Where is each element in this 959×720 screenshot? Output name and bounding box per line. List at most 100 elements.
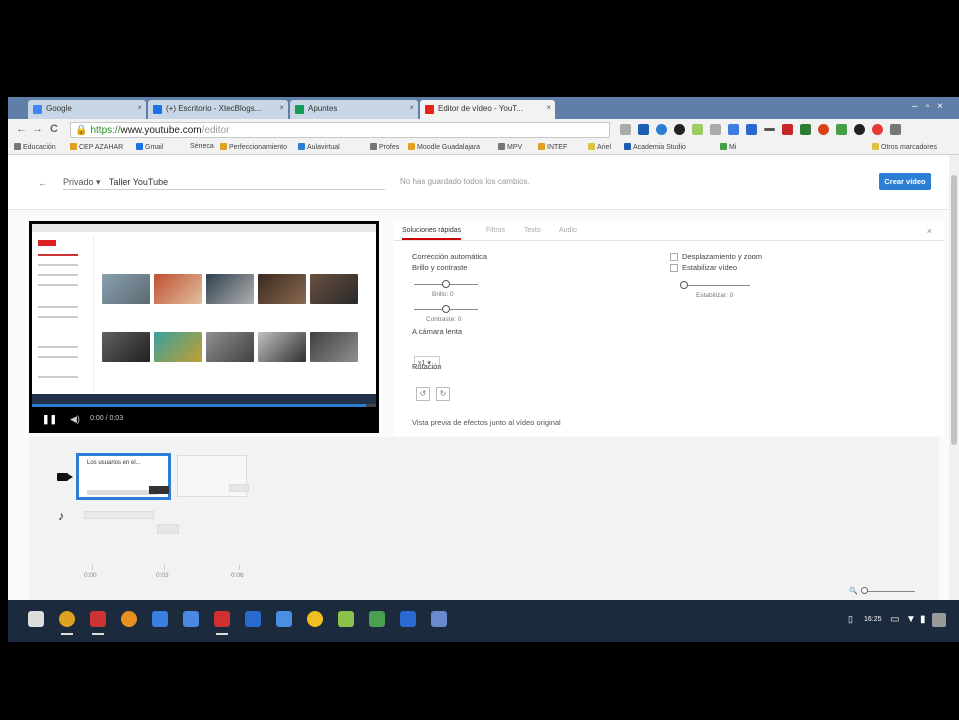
tab-audio[interactable]: Audio bbox=[559, 227, 577, 234]
timeline-tick-label: 0:00 bbox=[84, 572, 97, 579]
forward-icon[interactable]: → bbox=[32, 123, 43, 135]
files-icon[interactable] bbox=[183, 611, 199, 627]
pause-icon[interactable]: ❚❚ bbox=[42, 414, 57, 425]
stabilization-slider[interactable] bbox=[684, 285, 750, 286]
address-bar[interactable]: 🔒 https://www.youtube.com/editor bbox=[70, 122, 610, 138]
timeline-tick-label: 0:03 bbox=[156, 572, 169, 579]
privacy-dropdown[interactable]: Privado ▾ bbox=[63, 177, 101, 187]
tab-filters[interactable]: Filtros bbox=[486, 227, 505, 234]
extension-icon[interactable] bbox=[692, 124, 703, 135]
launcher-icon[interactable] bbox=[28, 611, 44, 627]
bookmark[interactable]: Mi bbox=[720, 143, 736, 151]
minimize-icon[interactable]: – bbox=[912, 101, 926, 112]
volume-icon[interactable]: ◀) bbox=[70, 414, 80, 425]
rotate-left-icon[interactable]: ↺ bbox=[416, 387, 430, 401]
window-controls[interactable]: –▫× bbox=[912, 101, 951, 112]
bookmark[interactable]: Ariel bbox=[588, 143, 611, 151]
pan-zoom-checkbox[interactable] bbox=[670, 253, 678, 261]
close-icon[interactable]: × bbox=[279, 103, 284, 112]
avatar[interactable] bbox=[932, 613, 946, 627]
bookmark[interactable]: Educación bbox=[14, 143, 56, 151]
bookmark-label: Profes bbox=[379, 144, 400, 151]
video-progress-bar[interactable] bbox=[32, 404, 376, 407]
star-icon[interactable] bbox=[620, 124, 631, 135]
bookmark[interactable]: Profes bbox=[370, 143, 399, 151]
bookmark[interactable]: Aulavirtual bbox=[298, 143, 340, 151]
extension-icon[interactable] bbox=[764, 128, 775, 131]
chrome-icon[interactable] bbox=[59, 611, 75, 635]
menu-icon[interactable] bbox=[890, 124, 901, 135]
extension-icon[interactable] bbox=[746, 124, 757, 135]
bookmark-icon bbox=[70, 143, 77, 150]
extension-icon[interactable] bbox=[638, 124, 649, 135]
bookmark[interactable]: MPV bbox=[498, 143, 522, 151]
bookmark[interactable]: Academia Studio bbox=[624, 143, 686, 151]
brightness-slider-knob[interactable] bbox=[442, 280, 450, 288]
contrast-slider-knob[interactable] bbox=[442, 305, 450, 313]
pin-icon[interactable] bbox=[369, 611, 385, 627]
project-title-input[interactable]: Taller YouTube bbox=[109, 177, 168, 187]
android-icon[interactable] bbox=[338, 611, 354, 627]
close-window-icon[interactable]: × bbox=[937, 101, 951, 112]
bookmark[interactable]: Gmail bbox=[136, 143, 163, 151]
close-panel-icon[interactable]: × bbox=[927, 226, 932, 236]
tab-google[interactable]: Google × bbox=[28, 100, 146, 119]
extension-icon[interactable] bbox=[818, 124, 829, 135]
docs-icon[interactable] bbox=[152, 611, 168, 627]
extension-icon[interactable] bbox=[782, 124, 793, 135]
video-preview[interactable]: ❚❚ ◀) 0:00 / 0:03 bbox=[29, 221, 379, 433]
preview-sidebar-item bbox=[38, 274, 78, 276]
extension-icon[interactable] bbox=[872, 124, 883, 135]
tab-escritorio[interactable]: (+) Escritorio - XtecBlogs... × bbox=[148, 100, 288, 119]
extension-icon[interactable] bbox=[800, 124, 811, 135]
auto-correction-button[interactable]: Corrección automática bbox=[412, 252, 487, 261]
timeline-zoom[interactable]: 🔍 bbox=[849, 587, 915, 595]
create-video-button[interactable]: Crear vídeo bbox=[879, 173, 931, 190]
maximize-icon[interactable]: ▫ bbox=[926, 101, 938, 112]
camera-icon[interactable] bbox=[400, 611, 416, 627]
tab-video-editor[interactable]: Editor de vídeo - YouT... × bbox=[420, 100, 555, 119]
drive-icon[interactable] bbox=[307, 611, 323, 627]
compare-preview-toggle[interactable]: Vista previa de efectos junto al vídeo o… bbox=[412, 418, 561, 427]
extension-icon[interactable] bbox=[728, 124, 739, 135]
zoom-slider-knob[interactable] bbox=[861, 587, 868, 594]
scrollbar-thumb[interactable] bbox=[951, 175, 957, 445]
extension-icon[interactable] bbox=[656, 124, 667, 135]
url-host: www.youtube.com bbox=[120, 125, 202, 136]
bookmark[interactable]: CEP AZAHAR bbox=[70, 143, 123, 151]
bookmark[interactable]: INTEF bbox=[538, 143, 567, 151]
zoom-slider[interactable] bbox=[865, 591, 915, 592]
back-arrow-icon[interactable]: ← bbox=[38, 178, 47, 188]
extension-icon[interactable] bbox=[836, 124, 847, 135]
close-icon[interactable]: × bbox=[137, 103, 142, 112]
bookmark[interactable]: Perfeccionamiento bbox=[220, 143, 287, 151]
reload-icon[interactable]: C bbox=[50, 123, 58, 135]
extension-icon[interactable] bbox=[710, 124, 721, 135]
back-icon[interactable]: ← bbox=[16, 123, 27, 135]
tab-apuntes[interactable]: Apuntes × bbox=[290, 100, 418, 119]
bookmark[interactable]: Séneca bbox=[190, 143, 214, 150]
close-icon[interactable]: × bbox=[546, 103, 551, 112]
bookmark-label: Educación bbox=[23, 144, 56, 151]
gmail-icon[interactable] bbox=[90, 611, 106, 635]
extension-icon[interactable] bbox=[854, 124, 865, 135]
video-clip[interactable]: Los usuarios en el... bbox=[76, 453, 171, 500]
bookmark-other[interactable]: Otros marcadores bbox=[872, 143, 937, 151]
stabilize-checkbox[interactable] bbox=[670, 264, 678, 272]
tab-text[interactable]: Texto bbox=[524, 227, 541, 234]
calculator-icon[interactable] bbox=[431, 611, 447, 627]
headphones-icon[interactable] bbox=[121, 611, 137, 627]
extension-icon[interactable] bbox=[674, 124, 685, 135]
shield-icon[interactable] bbox=[245, 611, 261, 627]
system-tray[interactable]: ▯ 16:25 ▭ ▼ ▮ bbox=[848, 610, 954, 630]
bookmark[interactable]: Moodle Guadalajara bbox=[408, 143, 480, 151]
audio-track-button[interactable] bbox=[157, 524, 179, 534]
close-icon[interactable]: × bbox=[409, 103, 414, 112]
tab-quick-fixes[interactable]: Soluciones rápidas bbox=[402, 227, 462, 240]
screencast-icon[interactable] bbox=[214, 611, 230, 635]
stabilization-slider-knob[interactable] bbox=[680, 281, 688, 289]
page-scrollbar[interactable] bbox=[949, 155, 959, 600]
photos-icon[interactable] bbox=[276, 611, 292, 627]
rotate-right-icon[interactable]: ↻ bbox=[436, 387, 450, 401]
notification-icon[interactable]: ▯ bbox=[848, 614, 853, 625]
